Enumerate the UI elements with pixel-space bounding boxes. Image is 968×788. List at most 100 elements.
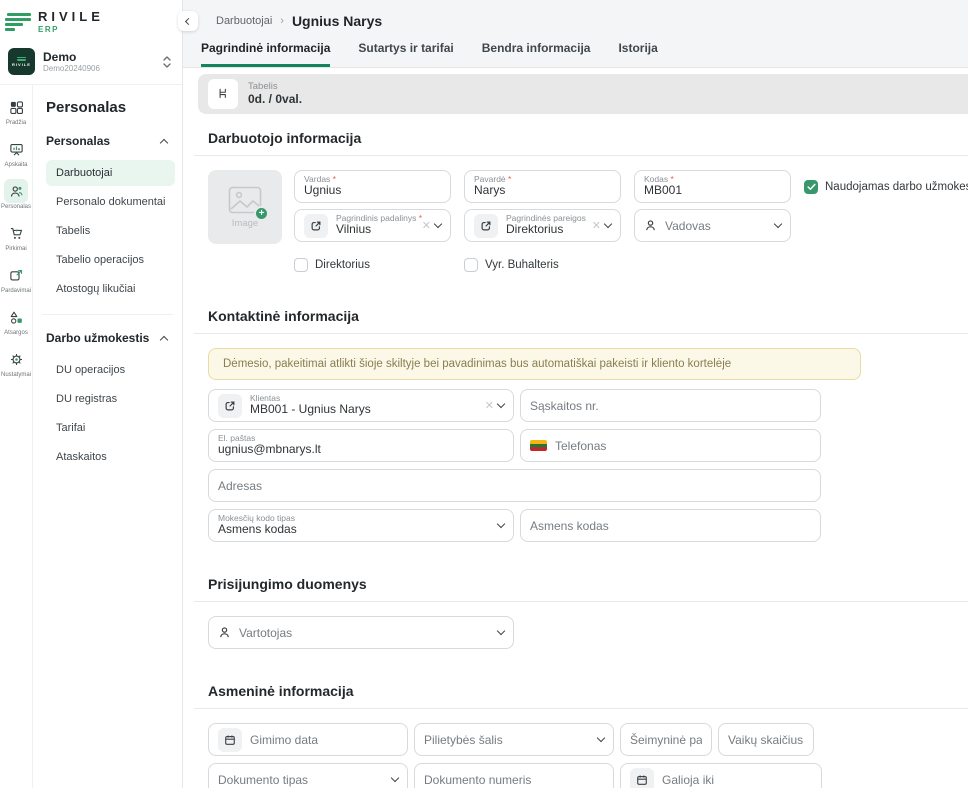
group-personalas[interactable]: Personalas bbox=[40, 132, 175, 160]
external-link-icon[interactable] bbox=[474, 214, 498, 238]
telefonas-field[interactable]: Telefonas bbox=[520, 429, 821, 462]
brand-name: RIVILE bbox=[38, 10, 104, 23]
people-icon bbox=[4, 179, 28, 203]
person-icon bbox=[644, 219, 657, 232]
rail-item-apskaita[interactable]: Apskaita bbox=[0, 137, 32, 168]
app-window: RIVILE ERP RIVILE Demo Demo20240906 bbox=[0, 0, 968, 788]
chevron-down-icon[interactable] bbox=[774, 220, 782, 228]
employee-photo-upload[interactable]: + Image bbox=[208, 170, 282, 244]
clear-icon[interactable]: ✕ bbox=[418, 219, 435, 232]
vardas-field[interactable]: Vardas Ugnius bbox=[294, 170, 451, 203]
section-login-info: Prisijungimo duomenys Vartotojas bbox=[194, 560, 968, 655]
warning-banner: Dėmesio, pakeitimai atlikti šioje skilty… bbox=[208, 348, 861, 380]
external-link-icon[interactable] bbox=[218, 394, 242, 418]
external-link-icon[interactable] bbox=[304, 214, 328, 238]
payroll-checkbox[interactable]: Naudojamas darbo užmokestyje bbox=[804, 180, 968, 194]
main-area: Darbuotojai › Ugnius Narys Pagrindinė in… bbox=[183, 0, 968, 788]
dokumento-numeris-field[interactable]: Dokumento numeris bbox=[414, 763, 614, 788]
image-placeholder-label: Image bbox=[232, 218, 258, 229]
asmens-kodas-field[interactable]: Asmens kodas bbox=[520, 509, 821, 542]
left-panel: RIVILE ERP RIVILE Demo Demo20240906 bbox=[0, 0, 183, 788]
chair-icon bbox=[208, 79, 238, 109]
sidebar-item-tarifai[interactable]: Tarifai bbox=[46, 415, 175, 441]
sidebar-item-du-operacijos[interactable]: DU operacijos bbox=[46, 357, 175, 383]
brand-product: ERP bbox=[38, 26, 104, 34]
workspace-selector[interactable]: RIVILE Demo Demo20240906 bbox=[3, 45, 177, 78]
gimimo-data-field[interactable]: Gimimo data bbox=[208, 723, 408, 756]
tabelis-summary-card[interactable]: Tabelis 0d. / 0val. bbox=[198, 74, 968, 114]
sidebar-item-du-registras[interactable]: DU registras bbox=[46, 386, 175, 412]
galioja-iki-field[interactable]: Galioja iki bbox=[620, 763, 822, 788]
chevron-down-icon[interactable] bbox=[434, 220, 442, 228]
tab-pagrindine-informacija[interactable]: Pagrindinė informacija bbox=[201, 41, 330, 67]
rivile-logo-icon bbox=[5, 13, 31, 31]
calendar-icon[interactable] bbox=[630, 768, 654, 788]
gear-icon bbox=[4, 347, 28, 371]
section-contact-info: Kontaktinė informacija Dėmesio, pakeitim… bbox=[194, 292, 968, 548]
rail-item-pardavimai[interactable]: Pardavimai bbox=[0, 263, 32, 294]
presentation-chart-icon bbox=[4, 137, 28, 161]
lithuania-flag-icon[interactable] bbox=[530, 440, 547, 451]
chevron-down-icon[interactable] bbox=[497, 400, 505, 408]
klientas-field[interactable]: Klientas MB001 - Ugnius Narys ✕ bbox=[208, 389, 514, 422]
sidebar-item-personalo-dokumentai[interactable]: Personalo dokumentai bbox=[46, 189, 175, 215]
seimynine-padetis-field[interactable]: Šeimyninė padėtis bbox=[620, 723, 712, 756]
vadovas-field[interactable]: Vadovas bbox=[634, 209, 791, 242]
rail-item-nustatymai[interactable]: Nustatymai bbox=[0, 347, 32, 378]
direktorius-checkbox[interactable]: Direktorius bbox=[294, 258, 451, 272]
mokesciu-kodo-tipas-field[interactable]: Mokesčių kodo tipas Asmens kodas bbox=[208, 509, 514, 542]
chevron-left-icon bbox=[184, 17, 191, 24]
sidebar-item-darbuotojai[interactable]: Darbuotojai bbox=[46, 160, 175, 186]
dokumento-tipas-field[interactable]: Dokumento tipas bbox=[208, 763, 408, 788]
workspace-avatar: RIVILE bbox=[8, 48, 35, 75]
checkbox-checked-icon bbox=[804, 180, 818, 194]
sales-icon bbox=[4, 263, 28, 287]
breadcrumb: Darbuotojai › Ugnius Narys bbox=[187, 10, 968, 32]
el-pastas-field[interactable]: El. paštas ugnius@mbnarys.lt bbox=[208, 429, 514, 462]
chevron-down-icon[interactable] bbox=[497, 627, 505, 635]
pagrindinis-padalinys-field[interactable]: Pagrindinis padalinys Vilnius ✕ bbox=[294, 209, 451, 242]
rail-item-pirkimai[interactable]: Pirkimai bbox=[0, 221, 32, 252]
rail-item-personalas[interactable]: Personalas bbox=[0, 179, 32, 210]
clear-icon[interactable]: ✕ bbox=[481, 399, 498, 412]
chevron-down-icon[interactable] bbox=[604, 220, 612, 228]
adresas-field[interactable]: Adresas bbox=[208, 469, 821, 502]
workspace-avatar-text: RIVILE bbox=[12, 62, 31, 67]
sidebar-item-tabelio-operacijos[interactable]: Tabelio operacijos bbox=[46, 247, 175, 273]
vaiku-skaicius-field[interactable]: Vaikų skaičius bbox=[718, 723, 814, 756]
tab-bendra-informacija[interactable]: Bendra informacija bbox=[482, 41, 591, 67]
sidebar-item-ataskaitos[interactable]: Ataskaitos bbox=[46, 444, 175, 470]
tab-istorija[interactable]: Istorija bbox=[618, 41, 657, 67]
rail-item-pradzia[interactable]: Pradžia bbox=[0, 95, 32, 126]
sidebar-divider bbox=[42, 314, 173, 315]
pagrindines-pareigos-field[interactable]: Pagrindinės pareigos Direktorius ✕ bbox=[464, 209, 621, 242]
summary-value: 0d. / 0val. bbox=[248, 92, 302, 107]
breadcrumb-parent[interactable]: Darbuotojai bbox=[216, 15, 272, 27]
saskaitos-nr-field[interactable]: Sąskaitos nr. bbox=[520, 389, 821, 422]
chevron-up-icon bbox=[160, 138, 168, 146]
collapse-sidebar-button[interactable] bbox=[178, 11, 198, 31]
rail-item-atsargos[interactable]: Atsargos bbox=[0, 305, 32, 336]
kodas-field[interactable]: Kodas MB001 bbox=[634, 170, 791, 203]
chevron-down-icon[interactable] bbox=[391, 774, 399, 782]
summary-strip: Tabelis 0d. / 0val. bbox=[183, 68, 968, 114]
workspace-code: Demo20240906 bbox=[43, 64, 100, 74]
add-photo-icon[interactable]: + bbox=[254, 206, 269, 221]
pavarde-field[interactable]: Pavardė Narys bbox=[464, 170, 621, 203]
group-darbo-uzmokestis[interactable]: Darbo užmokestis bbox=[40, 329, 175, 357]
calendar-icon[interactable] bbox=[218, 728, 242, 752]
summary-label: Tabelis bbox=[248, 81, 302, 93]
vyr-buhalteris-checkbox[interactable]: Vyr. Buhalteris bbox=[464, 258, 621, 272]
module-rail: Pradžia Apskaita Personalas bbox=[0, 85, 33, 788]
sidebar-item-tabelis[interactable]: Tabelis bbox=[46, 218, 175, 244]
tab-sutartys-ir-tarifai[interactable]: Sutartys ir tarifai bbox=[358, 41, 453, 67]
form-content: Darbuotojo informacija + Image bbox=[183, 114, 968, 788]
clear-icon[interactable]: ✕ bbox=[588, 219, 605, 232]
section-title: Kontaktinė informacija bbox=[194, 292, 968, 333]
chevron-down-icon[interactable] bbox=[497, 520, 505, 528]
vartotojas-field[interactable]: Vartotojas bbox=[208, 616, 514, 649]
pilietybes-salis-field[interactable]: Pilietybės šalis bbox=[414, 723, 614, 756]
chevron-down-icon[interactable] bbox=[597, 734, 605, 742]
sidebar-item-atostogu-likuciai[interactable]: Atostogų likučiai bbox=[46, 276, 175, 302]
section-personal-info: Asmeninė informacija Gimimo data Piliety… bbox=[194, 667, 968, 788]
